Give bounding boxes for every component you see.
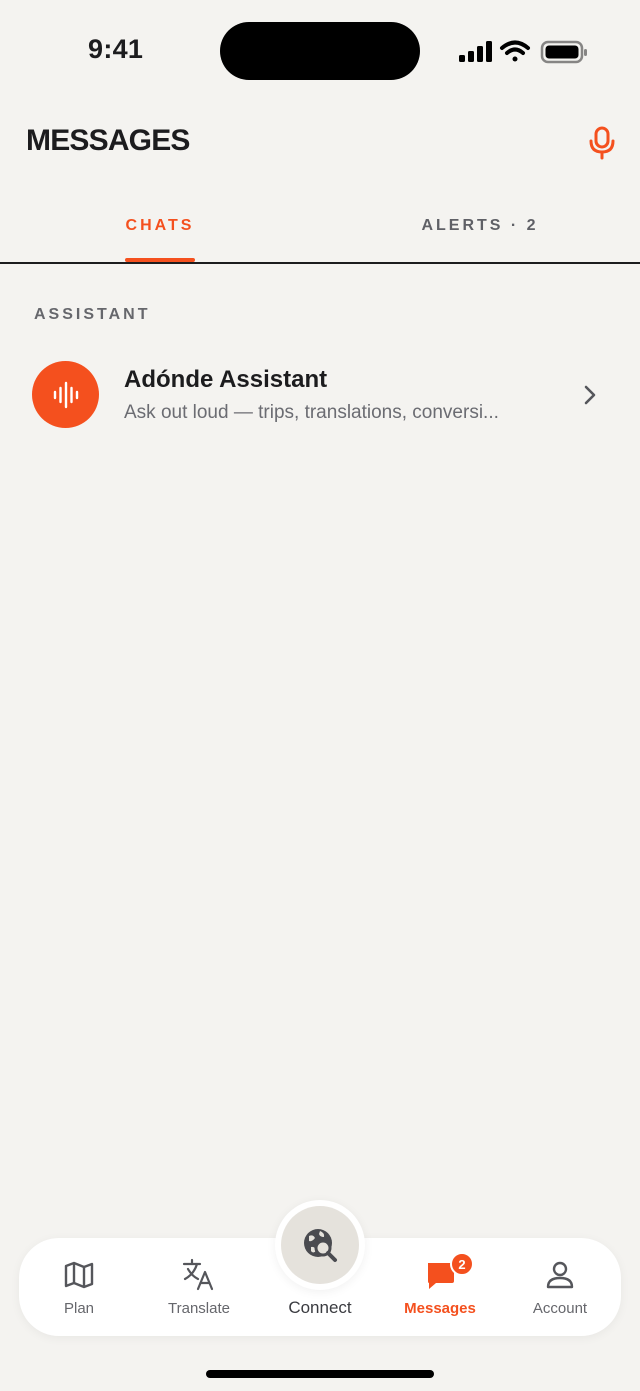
chat-preview: Ask out loud — trips, translations, conv… [124,402,499,423]
avatar [32,361,99,428]
status-time: 9:41 [88,34,144,64]
cellular-signal-icon [459,41,492,62]
active-tab-indicator [125,258,195,262]
page-title: MESSAGES [26,124,190,157]
nav-label-account: Account [532,1300,588,1317]
chat-name: Adónde Assistant [124,366,328,393]
map-icon [62,1258,96,1292]
tab-chats[interactable]: CHATS [0,190,320,262]
microphone-icon [589,126,615,160]
home-indicator [206,1370,434,1378]
status-bar: 9:41 [0,0,640,100]
tab-alerts[interactable]: ALERTS · 2 [320,190,640,262]
nav-item-account[interactable]: Account [500,1238,620,1336]
audio-waveform-icon [53,381,78,408]
status-icons [458,38,588,66]
dynamic-island [220,22,420,80]
nav-label-connect: Connect [288,1298,352,1317]
globe-search-icon [304,1229,337,1262]
messages-badge: 2 [450,1252,474,1276]
chat-row-assistant[interactable]: Adónde Assistant Ask out loud — trips, t… [0,350,640,440]
nav-item-plan[interactable]: Plan [19,1238,139,1336]
person-icon [543,1258,577,1292]
connect-button[interactable] [275,1200,365,1290]
tab-bar-top: CHATS ALERTS · 2 [0,190,640,264]
microphone-button[interactable] [584,124,620,162]
nav-label-messages: Messages [404,1300,476,1317]
translate-icon [182,1258,216,1292]
nav-item-messages[interactable]: 2 Messages [380,1238,500,1336]
section-label-assistant: ASSISTANT [34,306,151,323]
battery-icon [540,40,587,64]
nav-label-translate: Translate [168,1300,230,1317]
messages-screen: 9:41 MESSAGES CHATS ALERTS · 2 ASSISTANT… [0,0,640,1391]
nav-item-translate[interactable]: Translate [139,1238,259,1336]
nav-label-plan: Plan [63,1300,95,1317]
wifi-icon [500,40,530,62]
chevron-right-icon [584,385,596,405]
